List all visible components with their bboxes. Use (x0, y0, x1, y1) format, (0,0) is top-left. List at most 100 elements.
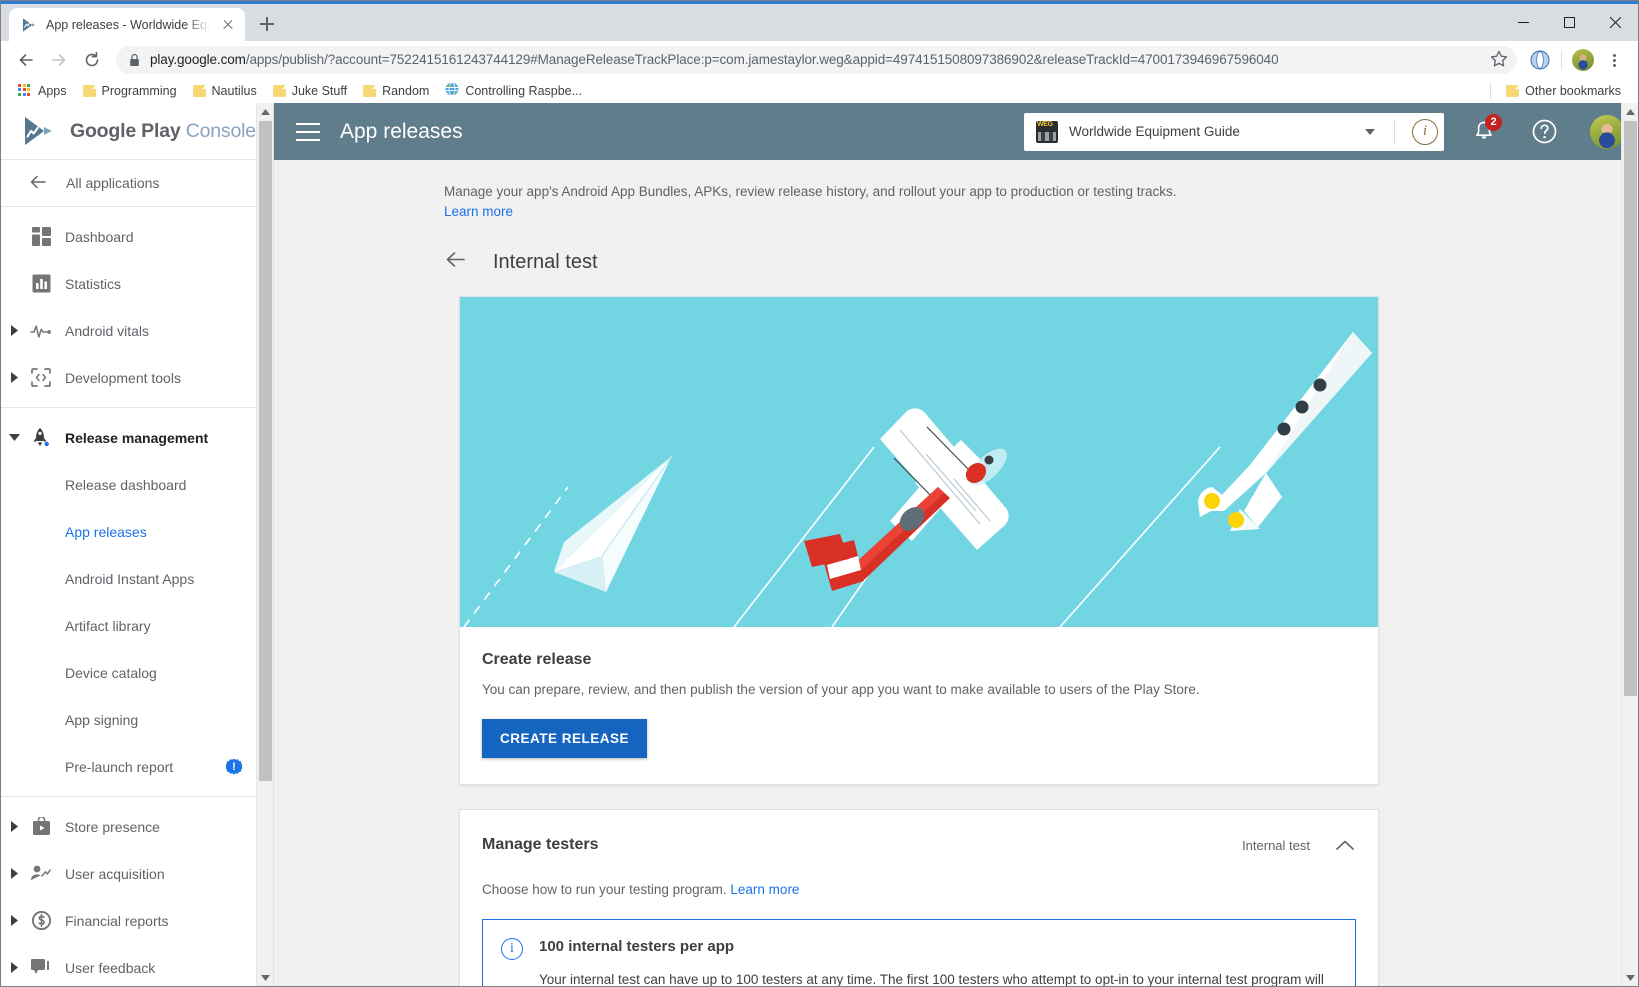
close-icon[interactable] (1592, 4, 1638, 41)
create-release-description: You can prepare, review, and then publis… (482, 682, 1200, 697)
user-chart-icon (27, 864, 55, 883)
sidebar-item-label: Pre-launch report (65, 758, 174, 775)
kebab-menu-icon[interactable] (1600, 46, 1628, 74)
new-tab-button[interactable] (253, 10, 281, 38)
address-bar[interactable]: play.google.com/apps/publish/?account=75… (116, 45, 1517, 74)
sidebar-item-store-presence[interactable]: Store presence (1, 803, 256, 850)
logo-brand: Google Play (70, 119, 181, 142)
app-thumbnail (1036, 120, 1058, 143)
hamburger-icon[interactable] (296, 122, 320, 141)
sidebar-item-artifact-library[interactable]: Artifact library (1, 602, 256, 649)
back-arrow-icon[interactable] (444, 248, 467, 276)
info-callout-title: 100 internal testers per app (539, 938, 735, 955)
reload-icon[interactable] (77, 45, 107, 75)
opera-extension-icon[interactable] (1526, 46, 1554, 74)
other-bookmarks[interactable]: Other bookmarks (1499, 81, 1628, 101)
content-scroll-area: Manage your app's Android App Bundles, A… (274, 160, 1621, 986)
scroll-down-arrow-icon[interactable] (1622, 969, 1638, 986)
bookmark-label: Apps (38, 83, 67, 98)
scroll-up-arrow-icon[interactable] (257, 103, 273, 120)
play-console-logo-icon (22, 116, 58, 146)
sidebar-item-label: Store presence (65, 818, 160, 835)
info-circle-icon[interactable]: i (1412, 118, 1438, 145)
expand-caret-icon[interactable] (1, 915, 27, 926)
help-circle-icon[interactable] (1524, 112, 1564, 152)
sidebar-item-release-management[interactable]: Release management (1, 414, 256, 461)
sidebar-item-label: Financial reports (65, 912, 169, 929)
bookmark-juke-stuff[interactable]: Juke Stuff (266, 81, 354, 101)
page-content: Google Play Console All applications Das… (1, 103, 1638, 986)
sidebar-item-app-releases[interactable]: App releases (1, 508, 256, 555)
expand-caret-icon[interactable] (1, 325, 27, 336)
bookmarks-divider (1490, 82, 1492, 99)
sidebar-item-dashboard[interactable]: Dashboard (1, 213, 256, 260)
close-icon[interactable] (219, 16, 237, 34)
sidebar-item-all-applications[interactable]: All applications (1, 160, 256, 207)
bookmark-nautilus[interactable]: Nautilus (186, 81, 264, 101)
bookmark-random[interactable]: Random (356, 81, 436, 101)
sidebar-item-statistics[interactable]: Statistics (1, 260, 256, 307)
user-avatar[interactable] (1590, 114, 1624, 149)
toolbar-divider (1561, 50, 1562, 69)
sidebar-item-android-instant-apps[interactable]: Android Instant Apps (1, 555, 256, 602)
sidebar-item-pre-launch-report[interactable]: Pre-launch report ! (1, 743, 256, 790)
sidebar-item-label: User feedback (65, 959, 156, 976)
play-console-logo[interactable]: Google Play Console (1, 103, 256, 160)
logo-product: Console (185, 119, 256, 142)
folder-icon (272, 84, 286, 97)
alert-badge-icon: ! (226, 758, 242, 775)
url-text: play.google.com/apps/publish/?account=75… (150, 52, 1278, 67)
sidebar-scroll-content: Google Play Console All applications Das… (1, 103, 256, 986)
expand-caret-icon[interactable] (1, 821, 27, 832)
page-scrollbar[interactable] (1621, 103, 1638, 986)
sidebar-item-label: Android Instant Apps (65, 570, 195, 587)
sidebar-item-android-vitals[interactable]: Android vitals (1, 307, 256, 354)
scroll-down-arrow-icon[interactable] (257, 969, 273, 986)
bookmark-label: Controlling Raspbe... (465, 83, 583, 98)
manage-testers-title: Manage testers (482, 836, 599, 853)
manage-testers-learn-more-link[interactable]: Learn more (730, 882, 799, 897)
bookmark-apps[interactable]: Apps (11, 81, 74, 101)
track-label: Internal test (1242, 837, 1310, 853)
expand-caret-icon[interactable] (1, 868, 27, 879)
sidebar-item-label: Release management (65, 429, 209, 446)
feedback-icon (27, 958, 55, 977)
sidebar-scrollbar[interactable] (256, 103, 273, 986)
back-arrow-icon[interactable] (11, 45, 41, 75)
sidebar-item-user-feedback[interactable]: User feedback (1, 944, 256, 986)
bookmarks-bar: Apps Programming Nautilus Juke Stuff Ran… (1, 78, 1638, 104)
app-selector[interactable]: Worldwide Equipment Guide i (1024, 112, 1444, 151)
sidebar-scrollbar-thumb[interactable] (259, 121, 272, 781)
chevron-up-icon[interactable] (1334, 834, 1356, 856)
bookmark-controlling-raspbe[interactable]: Controlling Raspbe... (438, 79, 589, 102)
sidebar-item-financial-reports[interactable]: Financial reports (1, 897, 256, 944)
notifications-button[interactable]: 2 (1464, 112, 1504, 152)
sidebar-group-1: Dashboard Statistics Android vitals Deve… (1, 207, 256, 408)
forward-arrow-icon[interactable] (44, 45, 74, 75)
sidebar-item-development-tools[interactable]: Development tools (1, 354, 256, 401)
create-release-button[interactable]: CREATE RELEASE (482, 719, 648, 758)
tab-title: App releases - Worldwide Equipm (46, 17, 210, 32)
app-selector-divider (1394, 119, 1395, 144)
browser-tab[interactable]: App releases - Worldwide Equipm (9, 8, 245, 41)
sidebar: Google Play Console All applications Das… (1, 103, 274, 986)
chevron-down-icon[interactable] (1365, 128, 1375, 135)
sidebar-item-label: Artifact library (65, 617, 151, 634)
window-controls (1500, 4, 1638, 41)
sidebar-item-app-signing[interactable]: App signing (1, 696, 256, 743)
intro-learn-more-link[interactable]: Learn more (444, 204, 513, 219)
sidebar-item-user-acquisition[interactable]: User acquisition (1, 850, 256, 897)
minimize-icon[interactable] (1500, 4, 1546, 41)
sidebar-item-release-dashboard[interactable]: Release dashboard (1, 461, 256, 508)
maximize-icon[interactable] (1546, 4, 1592, 41)
sidebar-item-device-catalog[interactable]: Device catalog (1, 649, 256, 696)
logo-text: Google Play Console (70, 120, 256, 143)
collapse-caret-icon[interactable] (1, 433, 27, 442)
bookmark-star-icon[interactable] (1489, 49, 1511, 71)
expand-caret-icon[interactable] (1, 962, 27, 973)
profile-avatar[interactable] (1569, 46, 1597, 74)
scroll-up-arrow-icon[interactable] (1622, 103, 1638, 120)
expand-caret-icon[interactable] (1, 372, 27, 383)
page-scrollbar-thumb[interactable] (1624, 121, 1637, 696)
bookmark-programming[interactable]: Programming (76, 81, 184, 101)
